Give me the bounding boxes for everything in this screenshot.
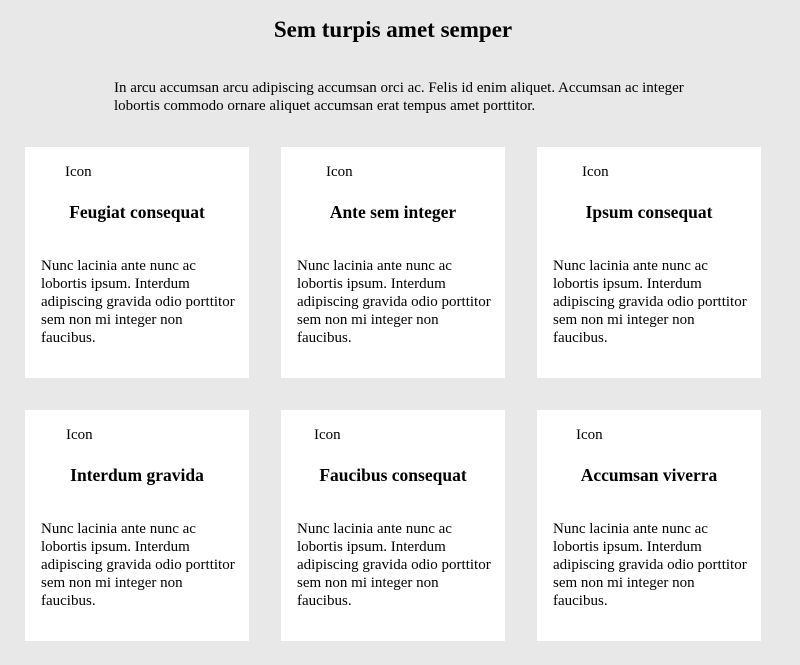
intro-paragraph: In arcu accumsan arcu adipiscing accumsa…: [114, 80, 684, 114]
feature-card: Icon Ante sem integer Nunc lacinia ante …: [281, 147, 505, 378]
card-icon-placeholder: Icon: [66, 427, 93, 443]
card-title: Accumsan viverra: [580, 465, 718, 485]
card-title: Ipsum consequat: [585, 202, 713, 222]
card-body: Nunc lacinia ante nunc ac lobortis ipsum…: [41, 521, 235, 609]
page-title: Sem turpis amet semper: [273, 17, 513, 42]
card-icon-placeholder: Icon: [582, 164, 609, 180]
card-title: Ante sem integer: [329, 202, 457, 222]
card-title: Interdum gravida: [70, 465, 204, 485]
card-body: Nunc lacinia ante nunc ac lobortis ipsum…: [41, 258, 235, 346]
card-icon-placeholder: Icon: [65, 164, 92, 180]
feature-card: Icon Feugiat consequat Nunc lacinia ante…: [25, 147, 249, 378]
card-body: Nunc lacinia ante nunc ac lobortis ipsum…: [297, 258, 491, 346]
feature-card: Icon Interdum gravida Nunc lacinia ante …: [25, 410, 249, 641]
card-body: Nunc lacinia ante nunc ac lobortis ipsum…: [553, 521, 747, 609]
feature-card: Icon Ipsum consequat Nunc lacinia ante n…: [537, 147, 761, 378]
card-title: Feugiat consequat: [69, 202, 205, 222]
card-title: Faucibus consequat: [319, 465, 467, 485]
card-icon-placeholder: Icon: [326, 164, 353, 180]
card-body: Nunc lacinia ante nunc ac lobortis ipsum…: [553, 258, 747, 346]
card-body: Nunc lacinia ante nunc ac lobortis ipsum…: [297, 521, 491, 609]
feature-card: Icon Faucibus consequat Nunc lacinia ant…: [281, 410, 505, 641]
card-icon-placeholder: Icon: [576, 427, 603, 443]
feature-card: Icon Accumsan viverra Nunc lacinia ante …: [537, 410, 761, 641]
card-icon-placeholder: Icon: [314, 427, 341, 443]
